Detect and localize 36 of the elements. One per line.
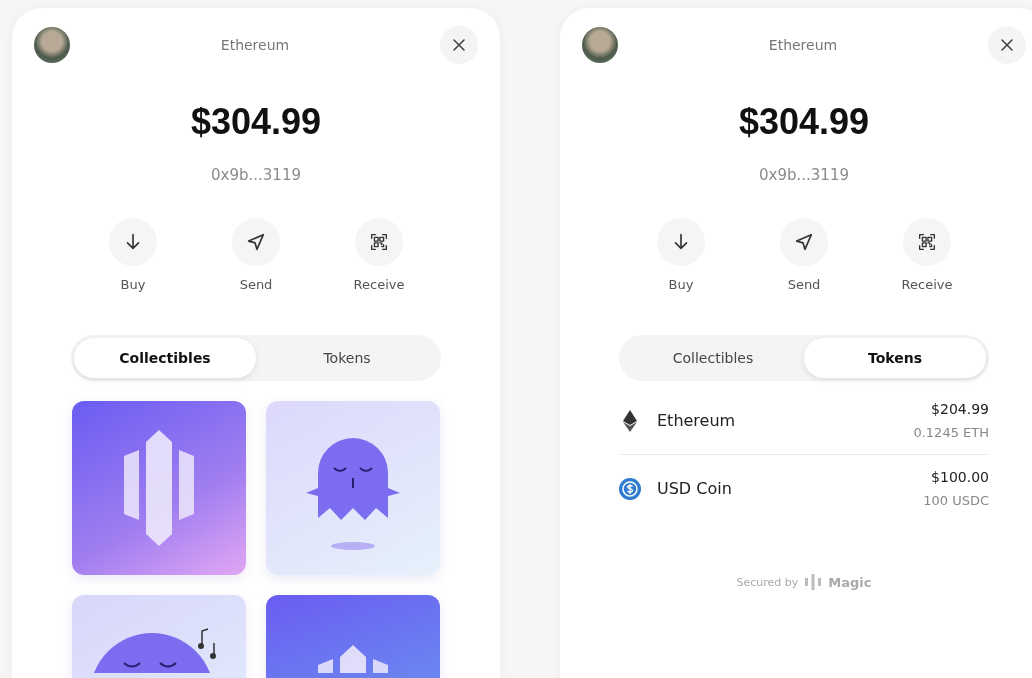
collectible-tile[interactable] (72, 401, 246, 575)
wallet-address: 0x9b...3119 (759, 165, 849, 185)
tab[interactable]: Collectibles (74, 338, 256, 378)
shield-drawing (318, 645, 388, 673)
close-button[interactable] (440, 26, 478, 64)
send-icon (793, 231, 815, 253)
network-title: Ethereum (220, 37, 290, 53)
token-name: USD Coin (657, 479, 733, 498)
close-icon (1000, 38, 1014, 52)
token-row[interactable]: USD Coin $100.00 100 USDC (619, 455, 989, 522)
token-value: $204.99 (931, 401, 989, 417)
send-icon (245, 231, 267, 253)
token-amount: 100 USDC (923, 493, 989, 508)
balance-amount: $304.99 (738, 100, 870, 144)
avatar-photo-placeholder[interactable] (582, 27, 618, 63)
wallet-address: 0x9b...3119 (211, 165, 301, 185)
brand-name: Magic (828, 574, 872, 590)
token-amount: 0.1245 ETH (913, 425, 989, 440)
network-title: Ethereum (768, 37, 838, 53)
tab[interactable]: Tokens (256, 338, 438, 378)
logo-icon (804, 574, 823, 590)
close-button[interactable] (988, 26, 1026, 64)
usd-coin-icon (619, 477, 641, 500)
tab[interactable]: Collectibles (622, 338, 804, 378)
token-name: Ethereum (657, 411, 737, 430)
secured-by-text: Secured by (736, 575, 799, 589)
avatar-photo-placeholder[interactable] (34, 27, 70, 63)
token-value: $100.00 (931, 469, 989, 485)
token-row[interactable]: Ethereum $204.99 0.1245 ETH (619, 387, 989, 455)
collectible-tile[interactable] (266, 401, 440, 575)
tab[interactable]: Tokens (804, 338, 986, 378)
qr-code-icon (916, 231, 938, 253)
close-icon (452, 38, 466, 52)
qr-code-icon (368, 231, 390, 253)
ethereum-icon (623, 409, 637, 432)
balance-amount: $304.99 (190, 100, 322, 144)
